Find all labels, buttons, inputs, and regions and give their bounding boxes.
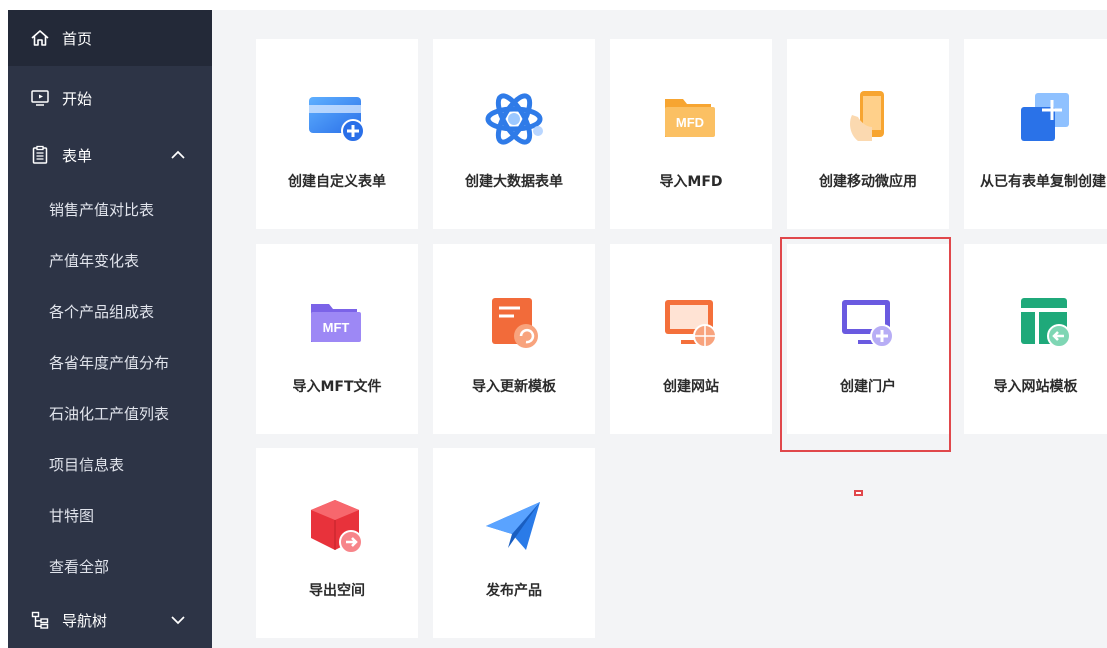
card-label: 从已有表单复制创建 [980,174,1106,190]
sidebar-item-label: 首页 [62,29,93,48]
sidebar-item-label: 导航树 [62,611,108,630]
card-label: 导入MFT文件 [292,379,382,395]
sidebar-subitem-view-all[interactable]: 查看全部 [8,541,212,591]
card-create-custom-form[interactable]: 创建自定义表单 [256,39,418,229]
card-import-update-template[interactable]: 导入更新模板 [433,244,595,434]
chevron-down-icon[interactable] [168,610,188,630]
mobile-phone-icon [836,87,900,151]
clipboard-list-icon [30,145,50,165]
card-copy-from-form[interactable]: 从已有表单复制创建 [964,39,1107,229]
card-import-mft[interactable]: MFT 导入MFT文件 [256,244,418,434]
copy-form-icon [1013,87,1077,151]
sidebar-subitem-annual-change[interactable]: 产值年变化表 [8,235,212,285]
home-icon [30,28,50,48]
mft-folder-icon: MFT [305,292,369,356]
paper-plane-icon [482,496,546,560]
card-create-website[interactable]: 创建网站 [610,244,772,434]
play-screen-icon [30,88,50,108]
update-template-icon [482,292,546,356]
export-cube-icon [305,496,369,560]
mft-icon-text: MFT [323,320,350,335]
selection-highlight [780,237,951,452]
sidebar-subitem-province-distribution[interactable]: 各省年度产值分布 [8,337,212,387]
website-monitor-icon [659,292,723,356]
card-publish-product[interactable]: 发布产品 [433,448,595,638]
card-create-bigdata-form[interactable]: 创建大数据表单 [433,39,595,229]
sidebar-item-form[interactable]: 表单 [8,127,212,183]
card-label: 发布产品 [486,583,542,599]
card-import-site-template[interactable]: 导入网站模板 [964,244,1107,434]
card-label: 创建网站 [663,379,719,395]
atom-icon [482,87,546,151]
mfd-icon-text: MFD [676,115,704,130]
sidebar-subitem-sales-compare[interactable]: 销售产值对比表 [8,184,212,234]
card-label: 导入网站模板 [993,379,1078,395]
sidebar-item-label: 开始 [62,89,93,108]
card-label: 导入MFD [659,174,723,190]
sidebar-item-home[interactable]: 首页 [8,10,212,66]
sidebar-item-nav-tree[interactable]: 导航树 [8,592,212,648]
card-label: 创建自定义表单 [288,174,386,190]
sidebar-subitem-product-composition[interactable]: 各个产品组成表 [8,286,212,336]
card-label: 导入更新模板 [472,379,556,395]
card-label: 创建大数据表单 [465,174,563,190]
sidebar-item-label: 表单 [62,146,93,165]
card-label: 创建移动微应用 [819,174,917,190]
sidebar-subitem-gantt[interactable]: 甘特图 [8,490,212,540]
site-template-icon [1013,292,1077,356]
card-export-space[interactable]: 导出空间 [256,448,418,638]
custom-form-icon [305,87,369,151]
sidebar-item-start[interactable]: 开始 [8,70,212,126]
sidebar-subitem-project-info[interactable]: 项目信息表 [8,439,212,489]
mfd-folder-icon: MFD [659,87,723,151]
sidebar-subitem-petrochemical-list[interactable]: 石油化工产值列表 [8,388,212,438]
card-create-mobile-app[interactable]: 创建移动微应用 [787,39,949,229]
card-label: 导出空间 [309,583,365,599]
card-import-mfd[interactable]: MFD 导入MFD [610,39,772,229]
sidebar: 首页 开始 表单 销售产值对比表 产值年变化表 各个产品组成表 各省年度产值分布… [8,10,212,648]
tree-icon [30,610,50,630]
chevron-up-icon[interactable] [168,145,188,165]
small-marker [854,490,863,496]
